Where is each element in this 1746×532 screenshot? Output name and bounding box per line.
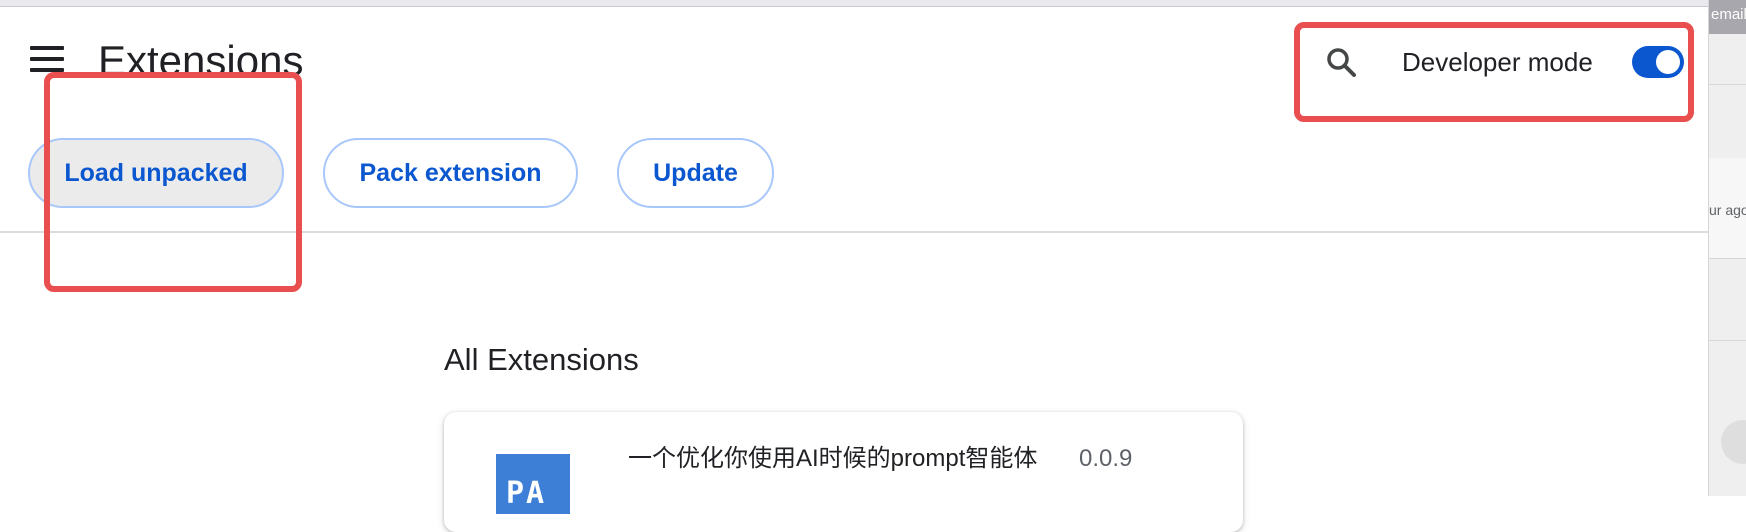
header-divider — [0, 231, 1708, 233]
background-window-top-text: email — [1711, 6, 1746, 23]
extension-card: PA 一个优化你使用AI时候的prompt智能体 0.0.9 — [444, 412, 1243, 532]
developer-mode-label: Developer mode — [1402, 47, 1593, 77]
search-icon[interactable] — [1323, 44, 1361, 82]
section-title: All Extensions — [444, 342, 639, 377]
background-window-strip: email ur ago — [1708, 0, 1746, 496]
load-unpacked-button[interactable]: Load unpacked — [28, 138, 284, 208]
update-button[interactable]: Update — [617, 138, 774, 208]
background-divider — [1709, 84, 1746, 85]
developer-mode-toggle[interactable] — [1632, 46, 1684, 78]
background-avatar — [1721, 420, 1746, 464]
background-divider — [1709, 258, 1746, 259]
background-window-header: email — [1709, 0, 1746, 34]
extension-version: 0.0.9 — [1079, 445, 1133, 472]
page-title: Extensions — [98, 37, 304, 84]
extension-icon: PA — [496, 454, 570, 514]
window-top-edge — [0, 0, 1710, 7]
toggle-knob — [1656, 50, 1680, 74]
pack-extension-button[interactable]: Pack extension — [323, 138, 578, 208]
background-divider — [1709, 340, 1746, 341]
background-timestamp: ur ago — [1709, 202, 1746, 218]
extension-name: 一个优化你使用AI时候的prompt智能体 — [628, 445, 1038, 472]
main-menu-button[interactable] — [30, 44, 66, 74]
